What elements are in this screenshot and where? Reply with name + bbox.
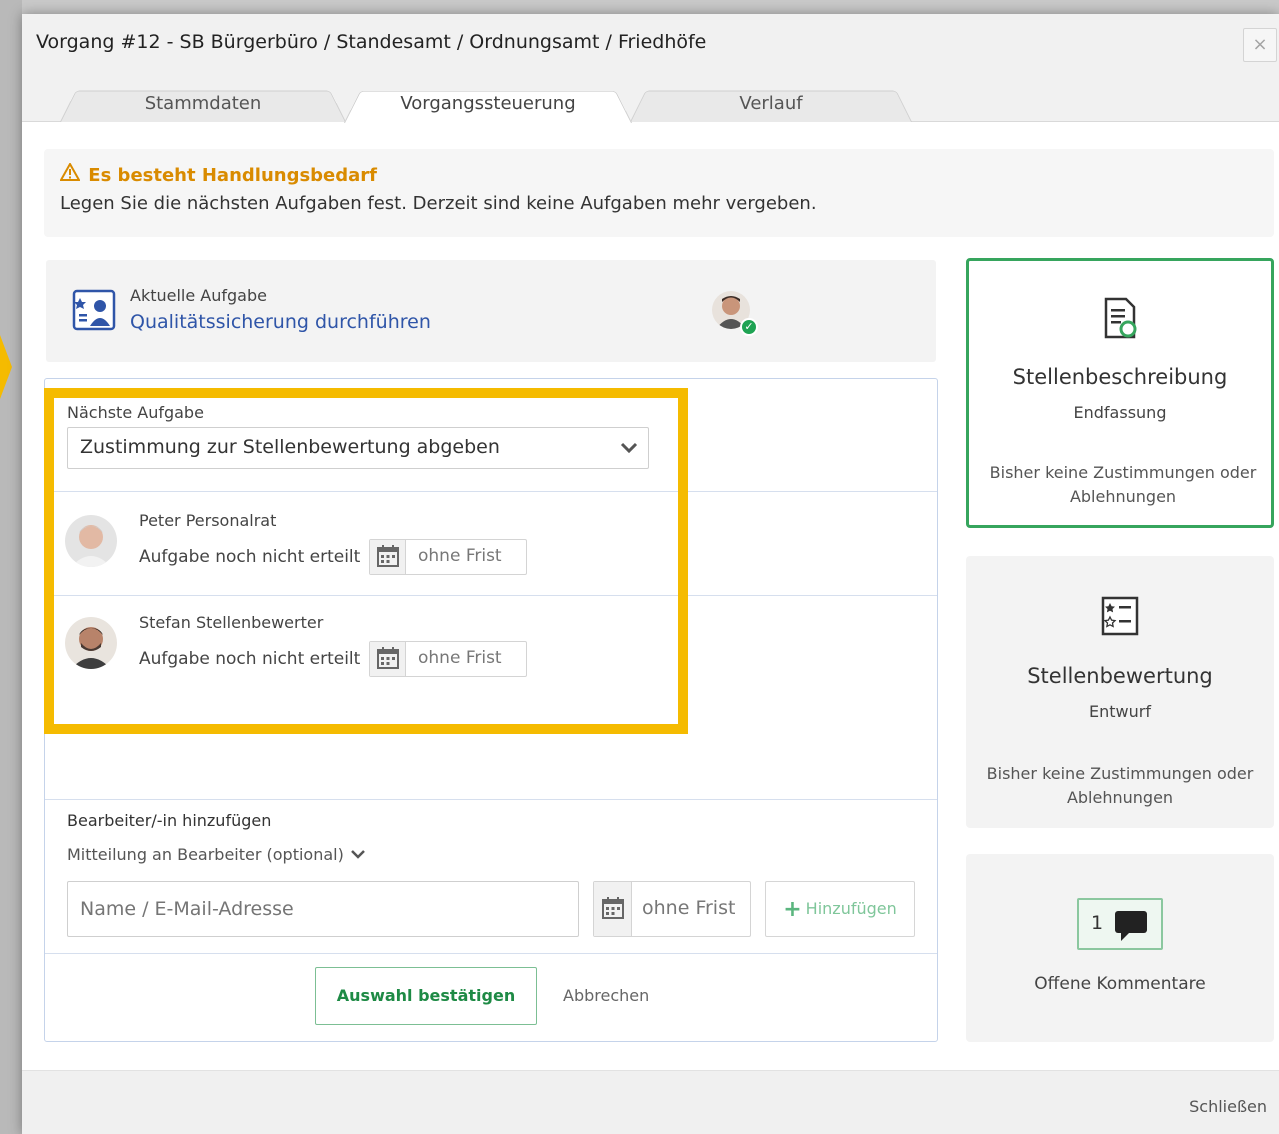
- current-task-link[interactable]: Qualitätssicherung durchführen: [130, 311, 431, 333]
- dialog-footer: Schließen: [22, 1070, 1279, 1134]
- comment-icon: [1115, 911, 1147, 941]
- card-title: Stellenbeschreibung: [1012, 365, 1228, 389]
- close-icon[interactable]: ×: [1243, 28, 1277, 62]
- next-task-label: Nächste Aufgabe: [67, 403, 204, 422]
- card-title: Stellenbewertung: [1027, 664, 1213, 688]
- calendar-icon: [370, 540, 406, 574]
- dialog-title: Vorgang #12 - SB Bürgerbüro / Standesamt…: [36, 31, 707, 53]
- tab-vorgangssteuerung[interactable]: Vorgangssteuerung: [344, 86, 632, 123]
- close-button[interactable]: Schließen: [1189, 1097, 1267, 1116]
- calendar-icon: [594, 882, 632, 936]
- card-note: Bisher keine Zustimmungen oder Ablehnung…: [989, 463, 1257, 506]
- check-icon: ✓: [740, 318, 758, 336]
- current-task-label: Aktuelle Aufgabe: [130, 286, 267, 305]
- card-note: Bisher keine Zustimmungen oder Ablehnung…: [986, 764, 1254, 807]
- card-stellenbewertung[interactable]: Stellenbewertung Entwurf Bisher keine Zu…: [966, 556, 1274, 828]
- dialog-header: Vorgang #12 - SB Bürgerbüro / Standesamt…: [22, 14, 1279, 123]
- cancel-link[interactable]: Abbrechen: [563, 986, 649, 1005]
- deadline-picker[interactable]: ohne Frist: [369, 641, 527, 677]
- process-dialog: Vorgang #12 - SB Bürgerbüro / Standesamt…: [22, 14, 1279, 1134]
- assignee-status: Aufgabe noch nicht erteilt: [139, 649, 361, 669]
- warning-icon: [59, 161, 82, 186]
- deadline-picker[interactable]: ohne Frist: [593, 881, 751, 937]
- alert-text: Legen Sie die nächsten Aufgaben fest. De…: [60, 193, 817, 214]
- tab-verlauf[interactable]: Verlauf: [630, 86, 912, 122]
- background-page: [0, 0, 22, 1134]
- avatar: [65, 515, 117, 567]
- action-required-alert: Es besteht Handlungsbedarf Legen Sie die…: [44, 149, 1274, 237]
- plus-icon: +: [783, 897, 802, 922]
- card-subtitle: Endfassung: [1073, 403, 1167, 422]
- name-input[interactable]: [67, 881, 579, 937]
- deadline-picker[interactable]: ohne Frist: [369, 539, 527, 575]
- assignee-name: Stefan Stellenbewerter: [139, 613, 324, 632]
- task-profile-icon: [72, 288, 116, 332]
- document-certificate-icon: [1100, 297, 1140, 345]
- tab-stammdaten[interactable]: Stammdaten: [60, 86, 346, 122]
- highlight-arrow: [0, 335, 12, 399]
- chevron-down-icon: [620, 434, 638, 465]
- card-comments[interactable]: 1 Offene Kommentare: [966, 854, 1274, 1042]
- add-assignee-label: Bearbeiter/-in hinzufügen: [67, 811, 272, 830]
- chevron-down-icon: [349, 845, 367, 864]
- assignee-status: Aufgabe noch nicht erteilt: [139, 547, 361, 567]
- rating-list-icon: [1101, 596, 1139, 640]
- list-item: Stefan Stellenbewerter Aufgabe noch nich…: [45, 595, 937, 697]
- confirm-selection-button[interactable]: Auswahl bestätigen: [315, 967, 537, 1025]
- current-task: Aktuelle Aufgabe Qualitätssicherung durc…: [46, 260, 936, 362]
- comment-count-badge: 1: [1077, 898, 1163, 950]
- add-assignee-button[interactable]: + Hinzufügen: [765, 881, 915, 937]
- next-task-select[interactable]: Zustimmung zur Stellenbewertung abgeben: [67, 427, 649, 469]
- assignee-name: Peter Personalrat: [139, 511, 277, 530]
- next-task-panel: Nächste Aufgabe Zustimmung zur Stellenbe…: [44, 378, 938, 1042]
- list-item: Peter Personalrat Aufgabe noch nicht ert…: [45, 493, 937, 595]
- card-subtitle: Entwurf: [1089, 702, 1151, 721]
- comments-label: Offene Kommentare: [1034, 974, 1206, 994]
- calendar-icon: [370, 642, 406, 676]
- message-toggle[interactable]: Mitteilung an Bearbeiter (optional): [67, 845, 367, 864]
- avatar: [65, 617, 117, 669]
- alert-title: Es besteht Handlungsbedarf: [88, 165, 378, 186]
- card-stellenbeschreibung[interactable]: Stellenbeschreibung Endfassung Bisher ke…: [966, 258, 1274, 528]
